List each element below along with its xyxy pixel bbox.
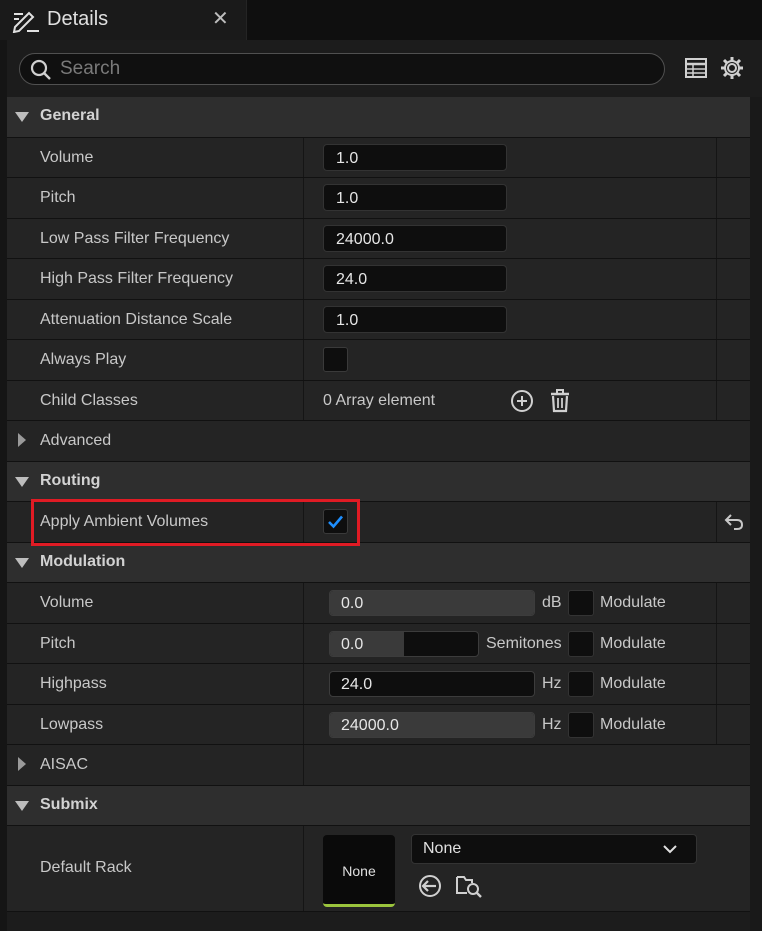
property-label: Low Pass Filter Frequency <box>40 229 230 247</box>
property-modulation-pitch: Pitch 0.0 Semitones Modulate <box>7 623 750 664</box>
expand-arrow-icon[interactable] <box>18 433 26 447</box>
add-element-icon[interactable] <box>510 389 534 413</box>
expand-arrow-icon[interactable] <box>15 557 29 568</box>
trash-icon[interactable] <box>549 388 571 413</box>
unit-label: Semitones <box>486 634 562 652</box>
property-volume: Volume 1.0 <box>7 137 750 178</box>
property-attenuation-distance-scale: Attenuation Distance Scale 1.0 <box>7 299 750 340</box>
property-label: Child Classes <box>40 391 138 409</box>
high-pass-filter-input[interactable]: 24.0 <box>323 265 507 292</box>
property-pitch: Pitch 1.0 <box>7 178 750 219</box>
property-label: Apply Ambient Volumes <box>40 513 209 530</box>
chevron-down-icon <box>663 845 677 854</box>
use-selected-asset-icon[interactable] <box>418 874 442 898</box>
property-label: Attenuation Distance Scale <box>40 310 233 328</box>
section-submix[interactable]: Submix <box>7 785 750 826</box>
expand-arrow-icon[interactable] <box>18 757 26 771</box>
section-label: Advanced <box>40 432 112 449</box>
slider-value: 24.0 <box>341 676 373 693</box>
property-label: Lowpass <box>40 715 104 733</box>
property-label: Pitch <box>40 189 76 206</box>
apply-ambient-volumes-checkbox[interactable] <box>323 509 348 534</box>
modulate-label: Modulate <box>600 715 666 733</box>
section-advanced[interactable]: Advanced <box>7 421 750 462</box>
dropdown-value: None <box>423 840 462 857</box>
property-label: Default Rack <box>40 859 132 876</box>
property-low-pass-filter-frequency: Low Pass Filter Frequency 24000.0 <box>7 218 750 259</box>
section-label: AISAC <box>40 756 89 773</box>
expand-arrow-icon[interactable] <box>15 112 29 122</box>
modulate-label: Modulate <box>600 675 666 692</box>
section-aisac[interactable]: AISAC <box>7 745 750 786</box>
property-list: General Volume 1.0 Pitch 1.0 Low Pass Fi… <box>7 97 750 912</box>
pitch-slider[interactable]: 0.0 <box>329 630 479 657</box>
property-modulation-volume: Volume 0.0 dB Modulate <box>7 583 750 624</box>
asset-thumbnail[interactable]: None <box>323 835 395 907</box>
checkmark-icon <box>328 515 343 529</box>
property-always-play: Always Play <box>7 340 750 381</box>
property-default-rack: Default Rack None None <box>7 826 750 912</box>
property-label: High Pass Filter Frequency <box>40 270 233 287</box>
highpass-slider[interactable]: 24.0 <box>329 671 535 697</box>
tab-title: Details <box>47 8 109 30</box>
section-label: Submix <box>40 795 98 813</box>
volume-input[interactable]: 1.0 <box>323 143 507 171</box>
expand-arrow-icon[interactable] <box>15 476 29 487</box>
browse-asset-icon[interactable] <box>456 873 482 899</box>
thumbnail-label: None <box>342 863 376 879</box>
search-box[interactable] <box>19 53 665 85</box>
property-modulation-lowpass: Lowpass 24000.0 Hz Modulate <box>7 704 750 745</box>
close-icon[interactable]: ✕ <box>212 9 229 29</box>
property-label: Pitch <box>40 634 76 652</box>
pencil-icon <box>12 11 39 33</box>
gear-icon[interactable] <box>720 56 744 80</box>
property-label: Always Play <box>40 351 127 368</box>
property-child-classes: Child Classes 0 Array element <box>7 380 750 421</box>
slider-value: 0.0 <box>341 595 364 612</box>
always-play-checkbox[interactable] <box>323 347 348 372</box>
unit-label: Hz <box>542 675 562 692</box>
slider-value: 0.0 <box>341 635 364 653</box>
property-high-pass-filter-frequency: High Pass Filter Frequency 24.0 <box>7 259 750 300</box>
attenuation-distance-scale-input[interactable]: 1.0 <box>323 305 507 333</box>
property-label: Volume <box>40 594 94 611</box>
tab-bar: Details ✕ <box>0 0 762 40</box>
modulate-label: Modulate <box>600 594 666 611</box>
array-count: 0 Array element <box>323 391 436 409</box>
modulate-checkbox[interactable] <box>568 590 594 616</box>
section-label: Modulation <box>40 552 126 570</box>
section-label: General <box>40 107 100 124</box>
modulate-checkbox[interactable] <box>568 711 594 738</box>
lowpass-slider[interactable]: 24000.0 <box>329 711 535 738</box>
modulate-checkbox[interactable] <box>568 630 594 657</box>
section-general[interactable]: General <box>7 97 750 138</box>
reset-to-default-icon[interactable] <box>724 513 744 531</box>
section-modulation[interactable]: Modulation <box>7 542 750 583</box>
property-label: Volume <box>40 148 94 166</box>
scrollbar[interactable] <box>750 97 762 931</box>
unit-label: Hz <box>542 715 562 733</box>
pitch-input[interactable]: 1.0 <box>323 184 507 211</box>
modulate-checkbox[interactable] <box>568 671 594 697</box>
details-panel: General Volume 1.0 Pitch 1.0 Low Pass Fi… <box>7 40 762 931</box>
low-pass-filter-input[interactable]: 24000.0 <box>323 224 507 252</box>
default-rack-dropdown[interactable]: None <box>411 834 697 864</box>
section-routing[interactable]: Routing <box>7 461 750 502</box>
slider-value: 24000.0 <box>341 716 399 734</box>
property-modulation-highpass: Highpass 24.0 Hz Modulate <box>7 664 750 705</box>
unit-label: dB <box>542 594 562 611</box>
property-apply-ambient-volumes: Apply Ambient Volumes <box>7 502 750 543</box>
search-input[interactable] <box>58 56 652 82</box>
table-view-icon[interactable] <box>685 57 707 79</box>
toolbar <box>7 40 762 97</box>
modulate-label: Modulate <box>600 634 666 652</box>
expand-arrow-icon[interactable] <box>15 800 29 811</box>
volume-slider[interactable]: 0.0 <box>329 590 535 616</box>
property-label: Highpass <box>40 675 107 692</box>
search-icon <box>30 59 51 80</box>
tab-details[interactable]: Details ✕ <box>0 0 247 40</box>
section-label: Routing <box>40 471 101 489</box>
